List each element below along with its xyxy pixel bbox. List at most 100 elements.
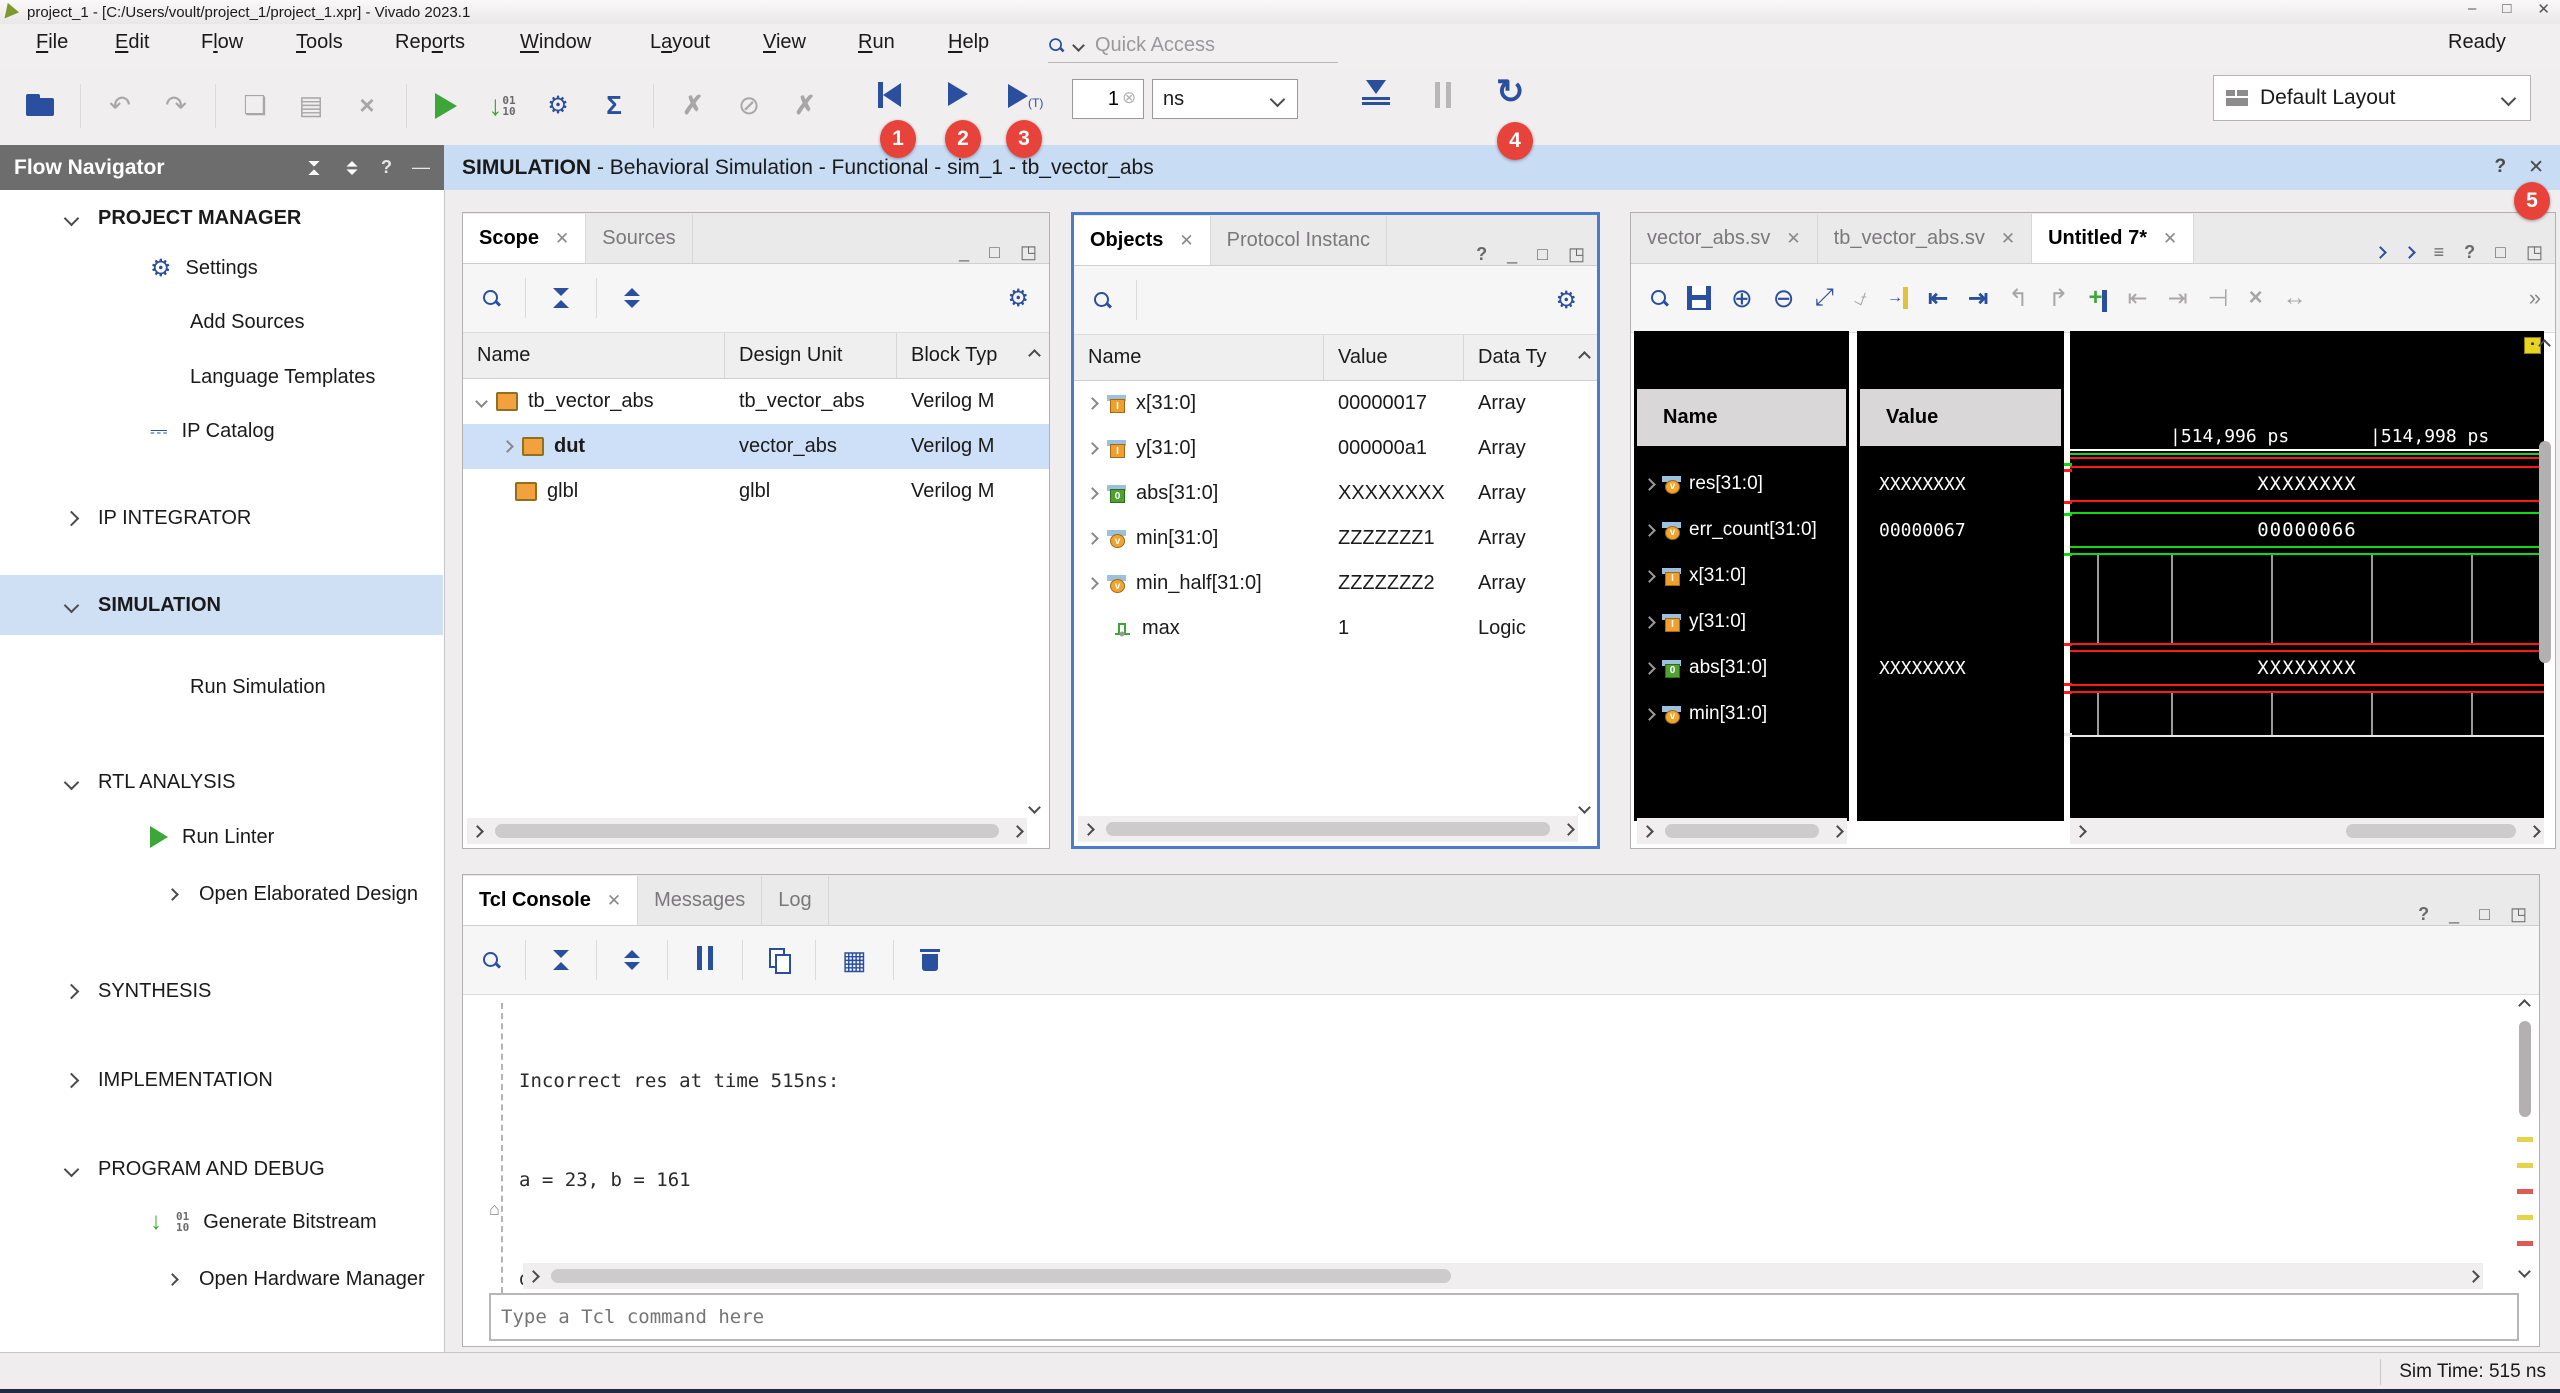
column-design-unit[interactable]: Design Unit [725,333,897,378]
menu-layout[interactable]: Layout [650,31,710,54]
sidebar-section-implementation[interactable]: IMPLEMENTATION [0,1058,443,1102]
sidebar-item-run-simulation[interactable]: Run Simulation [0,665,443,709]
tab-vector-abs-sv[interactable]: vector_abs.sv✕ [1631,214,1818,263]
scroll-up-icon[interactable] [1578,351,1591,364]
menu-help[interactable]: Help [948,31,989,54]
error-marker[interactable] [2517,1241,2533,1246]
column-name[interactable]: Name [1074,335,1324,380]
window-minimize-button[interactable]: – [2468,0,2476,18]
wave-bus-res[interactable]: XXXXXXXX [2070,461,2544,507]
save-icon[interactable] [1687,286,1711,310]
menu-reports[interactable]: Reports [395,31,465,54]
zoom-out-icon[interactable]: ⊖ [1773,283,1795,314]
sidebar-item-run-linter[interactable]: Run Linter [0,815,443,859]
sidebar-item-language-templates[interactable]: Language Templates [0,355,443,399]
minimize-panel-icon[interactable]: _ [959,242,969,263]
tab-list-icon[interactable]: ≡ [2434,242,2445,263]
restart-simulation-button[interactable] [878,82,901,108]
close-icon[interactable]: ✕ [2001,229,2015,249]
undo-button[interactable]: ↶ [103,89,137,123]
copy-button[interactable]: ❏ [238,89,272,123]
previous-marker-icon[interactable]: ⇤ [2127,284,2147,313]
redo-button[interactable]: ↷ [159,89,193,123]
error-marker[interactable] [2517,1189,2533,1194]
goto-time-icon[interactable]: → [1887,287,1908,309]
paste-button[interactable]: ▤ [294,89,328,123]
expand-all-icon[interactable] [623,950,641,970]
menu-file[interactable]: File [36,31,68,54]
column-name[interactable]: Name [463,333,725,378]
wave-signal-name[interactable]: Ix[31:0] [1645,553,1845,599]
wave-signal-name[interactable]: vres[31:0] [1645,461,1845,507]
gear-icon[interactable]: ⚙ [1555,286,1577,315]
sidebar-section-synthesis[interactable]: SYNTHESIS [0,969,443,1013]
wave-time-ruler[interactable]: |514,996 ps |514,998 ps [2070,403,2544,451]
pause-output-icon[interactable] [694,946,716,975]
scroll-up-icon[interactable] [2518,999,2531,1012]
sidebar-section-project-manager[interactable]: PROJECT MANAGER [0,196,443,240]
maximize-panel-icon[interactable]: □ [989,242,1000,263]
wave-signal-name[interactable]: vmin[31:0] [1645,691,1845,737]
columns-icon[interactable]: ▦ [842,945,867,976]
clear-breakpoints-button[interactable]: ⊘ [732,89,766,123]
delete-marker-icon[interactable]: ⊣ [2208,284,2229,313]
wave-bus-err-count[interactable]: 00000066 [2070,507,2544,553]
delete-button[interactable]: × [350,89,384,123]
collapse-all-icon[interactable] [308,161,321,175]
expand-all-icon[interactable] [346,161,359,175]
close-icon[interactable]: ✕ [2163,229,2177,249]
sidebar-section-rtl-analysis[interactable]: RTL ANALYSIS [0,760,443,804]
wave-bus-min[interactable] [2070,691,2544,737]
settings-gear-button[interactable]: ⚙ [541,89,575,123]
close-view-icon[interactable]: ✕ [2528,156,2544,179]
vertical-scrollbar-thumb[interactable] [2539,441,2551,663]
scroll-down-icon[interactable] [1578,801,1591,814]
column-value[interactable]: Value [1324,335,1464,380]
minimize-panel-icon[interactable]: _ [2449,904,2459,925]
add-marker-icon[interactable]: + [2088,284,2107,312]
run-for-time-button[interactable]: (T) [1008,82,1043,110]
column-data-type[interactable]: Data Ty [1464,335,1564,380]
next-tab-icon[interactable] [2403,246,2416,259]
relaunch-simulation-button[interactable]: ↻ [1496,72,1525,112]
time-unit-select[interactable]: ns [1152,79,1298,119]
tab-untitled-7[interactable]: Untitled 7*✕ [2032,214,2194,263]
tab-protocol-instances[interactable]: Protocol Instanc [1211,216,1387,265]
sidebar-item-add-sources[interactable]: Add Sources [0,300,443,344]
help-icon[interactable]: ? [2464,242,2475,263]
tab-log[interactable]: Log [762,876,828,925]
warning-marker[interactable] [2517,1163,2533,1168]
wave-signal-name[interactable]: Iy[31:0] [1645,599,1845,645]
pointer-disabled-icon[interactable]: ⍻ [1854,284,1867,312]
run-button[interactable] [429,89,463,123]
scroll-up-icon[interactable] [1028,349,1041,362]
menu-view[interactable]: View [763,31,806,54]
table-row-selected[interactable]: dut vector_abs Verilog M [463,424,1049,469]
trash-icon[interactable] [920,949,940,971]
scroll-down-icon[interactable] [1028,801,1041,814]
sidebar-section-program-debug[interactable]: PROGRAM AND DEBUG [0,1147,443,1191]
sidebar-item-open-hardware-manager[interactable]: Open Hardware Manager [0,1257,443,1301]
wave-bus-x[interactable] [2070,553,2544,599]
maximize-panel-icon[interactable]: □ [1537,244,1548,265]
table-row[interactable]: Ix[31:0] 00000017 Array [1074,381,1597,426]
float-panel-icon[interactable]: ◳ [1568,244,1585,265]
previous-transition-icon[interactable]: ⇤ [1928,284,1948,313]
menu-window[interactable]: Window [520,31,591,54]
warning-marker[interactable] [2517,1137,2533,1142]
horizontal-scrollbar[interactable] [523,1263,2483,1289]
table-row[interactable]: tb_vector_abs tb_vector_abs Verilog M [463,379,1049,424]
undo-wave-icon[interactable]: ↰ [2008,284,2028,313]
remove-forces-button[interactable]: ✗ [788,89,822,123]
menu-edit[interactable]: Edit [115,31,149,54]
zoom-fit-icon[interactable]: ⤢ [1815,284,1834,312]
gear-icon[interactable]: ⚙ [1007,284,1029,313]
sum-reports-button[interactable]: Σ [597,89,631,123]
prev-tab-icon[interactable] [2374,246,2387,259]
warning-marker[interactable] [2517,1215,2533,1220]
step-button[interactable] [1362,80,1390,105]
menu-flow[interactable]: Flow [201,31,243,54]
tab-objects[interactable]: Objects✕ [1074,216,1211,265]
wave-bus-y[interactable] [2070,599,2544,645]
wave-bus-abs[interactable]: XXXXXXXX [2070,645,2544,691]
